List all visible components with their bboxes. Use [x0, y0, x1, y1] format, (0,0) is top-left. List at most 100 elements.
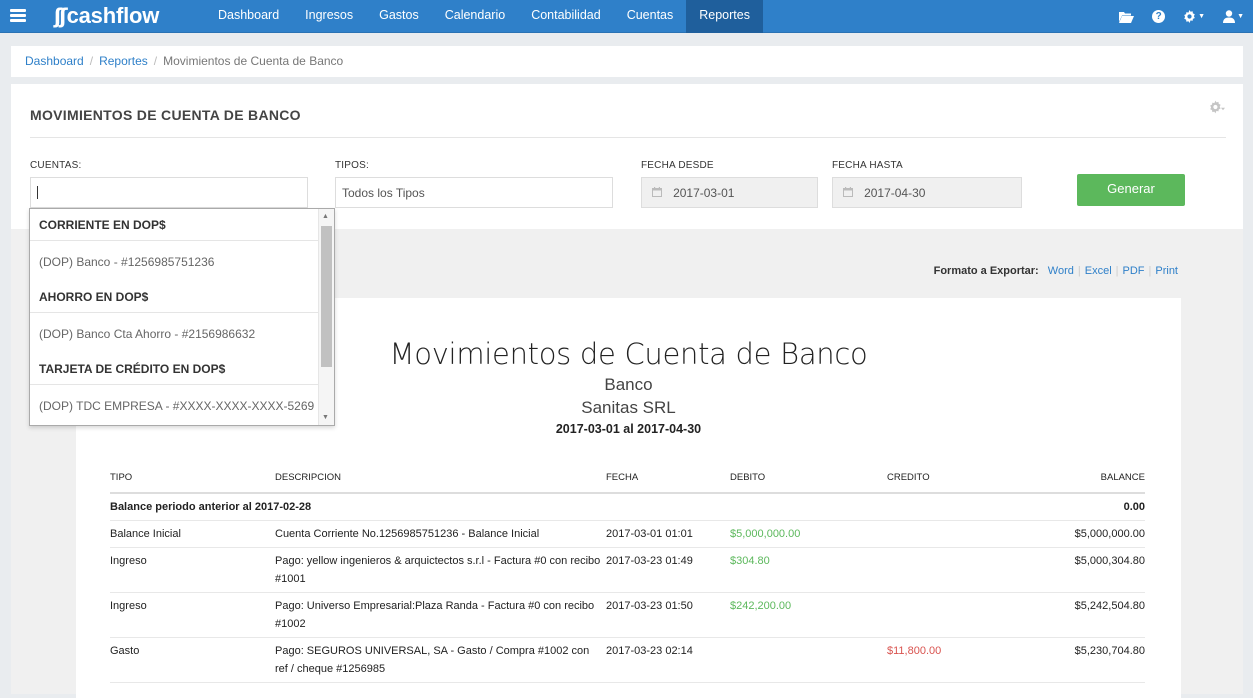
cell-descripcion: Pago: yellow ingenieros & arquictectos s…	[275, 555, 601, 585]
dropdown-group-ahorro: AHORRO EN DOP$	[39, 290, 149, 304]
nav-item-ingresos[interactable]: Ingresos	[292, 0, 366, 33]
cell-descripcion: Pago: SEGUROS UNIVERSAL, SA - Gasto / Co…	[275, 645, 590, 675]
nav-item-calendario[interactable]: Calendario	[432, 0, 518, 33]
chevron-down-icon: ▼	[1237, 13, 1244, 20]
top-navbar: ʃʃ cashflow Dashboard Ingresos Gastos Ca…	[0, 0, 1253, 33]
cell-debito: $304.80	[730, 555, 770, 567]
export-pdf-link[interactable]: PDF	[1123, 265, 1145, 277]
export-separator: |	[1077, 265, 1081, 277]
cell-debito: $242,200.00	[730, 600, 792, 612]
cell-fecha: 2017-03-23 01:50	[606, 600, 693, 612]
cell-tipo: Ingreso	[110, 600, 147, 612]
cell-fecha: 2017-03-23 02:14	[606, 645, 693, 657]
breadcrumb: Dashboard / Reportes / Movimientos de Cuenta…	[11, 46, 1243, 77]
cell-balance: $5,000,000.00	[1074, 528, 1145, 540]
fecha-desde-label: FECHA DESDE	[641, 160, 714, 171]
cuentas-select-input[interactable]	[30, 177, 308, 208]
cell-tipo: Balance Inicial	[110, 528, 181, 540]
export-separator: |	[1115, 265, 1119, 277]
chevron-down-icon: ▼	[1198, 13, 1206, 20]
main-nav: Dashboard Ingresos Gastos Calendario Con…	[205, 0, 763, 33]
table-row: Ingreso Pago: Universo Empresarial:Plaza…	[110, 593, 1145, 638]
scroll-down-icon[interactable]: ▼	[322, 414, 329, 421]
nav-item-gastos[interactable]: Gastos	[366, 0, 432, 33]
col-tipo: TIPO	[110, 472, 133, 483]
cell-balance: $5,230,704.80	[1074, 645, 1145, 657]
col-descripcion: DESCRIPCION	[275, 472, 341, 483]
dropdown-scrollbar[interactable]: ▲ ▼	[318, 209, 334, 425]
nav-item-cuentas[interactable]: Cuentas	[614, 0, 687, 33]
generar-button[interactable]: Generar	[1077, 174, 1185, 206]
dropdown-separator	[30, 240, 318, 241]
menu-icon[interactable]	[10, 9, 26, 23]
nav-item-contabilidad[interactable]: Contabilidad	[518, 0, 614, 33]
cell-balance: $5,242,504.80	[1074, 600, 1145, 612]
fecha-hasta-value: 2017-04-30	[864, 186, 926, 200]
dropdown-separator	[30, 384, 318, 385]
dropdown-group-tarjeta: TARJETA DE CRÉDITO EN DOP$	[39, 362, 226, 376]
text-cursor	[37, 186, 38, 200]
col-balance: BALANCE	[1100, 472, 1145, 483]
export-bar: Formato a Exportar: Word | Excel | PDF | Print	[934, 265, 1178, 277]
tipos-select[interactable]: Todos los Tipos	[335, 177, 613, 208]
gear-icon[interactable]: ▼	[1183, 10, 1205, 23]
export-word-link[interactable]: Word	[1048, 265, 1074, 277]
prior-balance-label: Balance periodo anterior al 2017-02-28	[110, 501, 312, 513]
folder-open-icon[interactable]	[1119, 11, 1135, 23]
breadcrumb-current: Movimientos de Cuenta de Banco	[163, 54, 344, 68]
movements-table: TIPO DESCRIPCION FECHA DEBITO CREDITO BA…	[110, 469, 1145, 683]
cell-credito: $11,800.00	[887, 645, 942, 657]
breadcrumb-separator: /	[153, 54, 158, 68]
cell-debito: $5,000,000.00	[730, 528, 801, 540]
topbar-icons: ? ▼ ▼	[1110, 0, 1253, 33]
tipos-value: Todos los Tipos	[342, 186, 425, 200]
cell-fecha: 2017-03-01 01:01	[606, 528, 693, 540]
dropdown-group-corriente: CORRIENTE EN DOP$	[39, 218, 166, 232]
export-separator: |	[1148, 265, 1152, 277]
breadcrumb-reportes[interactable]: Reportes	[99, 54, 148, 68]
dropdown-separator	[30, 312, 318, 313]
export-label: Formato a Exportar:	[933, 265, 1039, 277]
table-row: Ingreso Pago: yellow ingenieros & arquic…	[110, 548, 1145, 593]
breadcrumb-dashboard[interactable]: Dashboard	[25, 54, 84, 68]
scrollbar-thumb[interactable]	[321, 226, 332, 367]
scroll-up-icon[interactable]: ▲	[322, 213, 329, 220]
logo[interactable]: ʃʃ cashflow	[54, 2, 159, 30]
table-header: TIPO DESCRIPCION FECHA DEBITO CREDITO BA…	[110, 469, 1145, 494]
export-print-link[interactable]: Print	[1155, 265, 1178, 277]
table-row: Balance Inicial Cuenta Corriente No.1256…	[110, 521, 1145, 548]
page-title: MOVIMIENTOS DE CUENTA DE BANCO	[30, 107, 301, 123]
table-row: Gasto Pago: SEGUROS UNIVERSAL, SA - Gast…	[110, 638, 1145, 683]
prior-balance-value: 0.00	[1123, 501, 1145, 513]
fecha-desde-value: 2017-03-01	[673, 186, 735, 200]
fecha-hasta-input[interactable]: 2017-04-30	[832, 177, 1022, 208]
logo-text: cashflow	[66, 3, 160, 28]
cuentas-dropdown: CORRIENTE EN DOP$ (DOP) Banco - #1256985…	[29, 208, 335, 426]
cell-fecha: 2017-03-23 01:49	[606, 555, 693, 567]
cell-descripcion: Pago: Universo Empresarial:Plaza Randa -…	[275, 600, 595, 630]
dropdown-option-banco[interactable]: (DOP) Banco - #1256985751236	[30, 254, 318, 270]
nav-item-reportes[interactable]: Reportes	[686, 0, 763, 33]
col-credito: CREDITO	[887, 472, 930, 483]
nav-item-dashboard[interactable]: Dashboard	[205, 0, 292, 33]
cell-tipo: Gasto	[110, 645, 140, 657]
settings-gear-icon[interactable]	[1209, 100, 1225, 117]
export-excel-link[interactable]: Excel	[1085, 265, 1112, 277]
logo-mark: ʃʃ	[54, 4, 68, 28]
cuentas-label: CUENTAS:	[30, 160, 82, 171]
cell-descripcion: Cuenta Corriente No.1256985751236 - Bala…	[275, 528, 540, 540]
calendar-icon	[652, 187, 665, 200]
user-icon[interactable]: ▼	[1223, 10, 1244, 23]
help-icon[interactable]: ?	[1152, 10, 1166, 23]
dropdown-option-banco-ahorro[interactable]: (DOP) Banco Cta Ahorro - #2156986632	[30, 326, 318, 342]
cell-tipo: Ingreso	[110, 555, 147, 567]
calendar-icon	[843, 187, 856, 200]
cell-balance: $5,000,304.80	[1074, 555, 1145, 567]
dropdown-option-tdc[interactable]: (DOP) TDC EMPRESA - #XXXX-XXXX-XXXX-5269	[30, 398, 318, 414]
divider	[30, 137, 1226, 138]
col-fecha: FECHA	[606, 472, 639, 483]
fecha-desde-input[interactable]: 2017-03-01	[641, 177, 818, 208]
col-debito: DEBITO	[730, 472, 766, 483]
breadcrumb-separator: /	[89, 54, 94, 68]
fecha-hasta-label: FECHA HASTA	[832, 160, 903, 171]
